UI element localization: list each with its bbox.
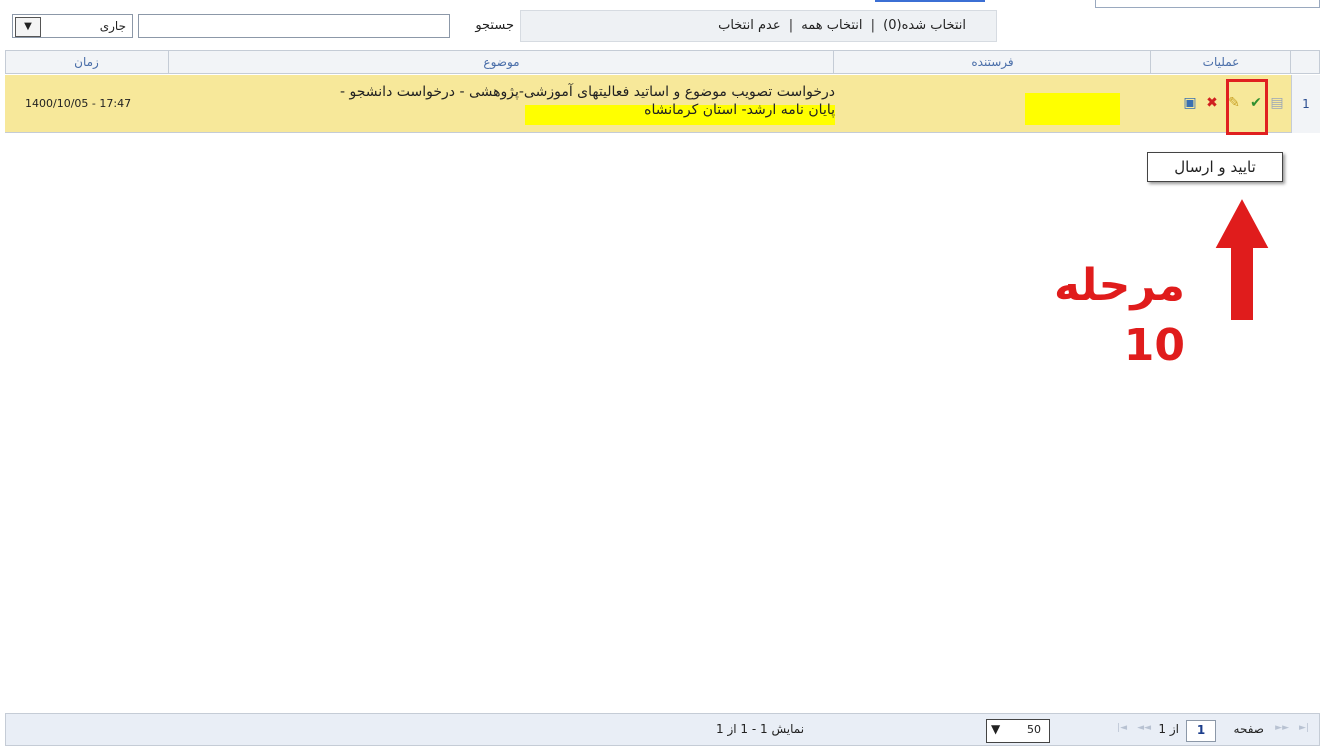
subject-line-2: پایان نامه ارشد- استان کرمانشاه xyxy=(644,102,835,118)
highlight-frame xyxy=(1226,79,1268,135)
time-cell: 1400/10/05 - 17:47 xyxy=(25,97,132,110)
delete-icon[interactable]: ✖ xyxy=(1204,95,1220,111)
search-label: جستجو xyxy=(475,18,514,33)
showing-count: نمایش 1 - 1 از 1 xyxy=(716,722,805,736)
row-index: 1 xyxy=(1291,75,1320,133)
page-number-input[interactable]: 1 xyxy=(1186,720,1216,742)
search-input[interactable] xyxy=(138,14,450,38)
tooltip-approve-send: تایید و ارسال xyxy=(1147,152,1283,182)
page-size-value: 50 xyxy=(1027,723,1041,736)
page-label: صفحه xyxy=(1233,722,1264,736)
subject-cell: درخواست تصویب موضوع و اساتید فعالیتهای آ… xyxy=(340,83,835,119)
chevron-down-icon[interactable]: ▼ xyxy=(991,722,1000,736)
deselect-link[interactable]: عدم انتخاب xyxy=(718,18,781,33)
chevron-down-icon[interactable]: ▼ xyxy=(15,17,41,37)
arrow-up-icon xyxy=(1212,197,1272,322)
separator: | xyxy=(870,18,876,33)
page-size-select[interactable]: 50 ▼ xyxy=(986,719,1050,743)
previous-page-icon[interactable]: ◄◄ xyxy=(1137,723,1151,733)
selection-toolbar: انتخاب شده(0) | انتخاب همه | عدم انتخاب xyxy=(520,10,997,42)
top-link-underline xyxy=(875,0,985,2)
page-of-label: از 1 xyxy=(1158,722,1179,736)
step-label: مرحله 10 xyxy=(1054,260,1185,371)
view-icon[interactable]: ▣ xyxy=(1182,95,1198,111)
status-select[interactable]: جاری ▼ xyxy=(12,14,133,38)
sender-redacted xyxy=(1025,93,1120,125)
subject-line-1: درخواست تصویب موضوع و اساتید فعالیتهای آ… xyxy=(340,84,835,100)
header-time[interactable]: زمان xyxy=(4,51,169,73)
top-right-input-edge xyxy=(1095,0,1320,8)
document-icon[interactable]: ▤ xyxy=(1269,95,1285,111)
select-all-link[interactable]: انتخاب همه xyxy=(801,18,862,33)
grid-header: عملیات فرستنده موضوع زمان xyxy=(5,50,1320,74)
first-page-icon[interactable]: |◄ xyxy=(1117,723,1127,733)
selected-count-label: انتخاب شده(0) xyxy=(883,18,966,33)
header-subject[interactable]: موضوع xyxy=(168,51,834,73)
header-sender[interactable]: فرستنده xyxy=(833,51,1151,73)
status-select-value: جاری xyxy=(99,19,126,33)
header-index xyxy=(1290,51,1319,73)
header-operations[interactable]: عملیات xyxy=(1150,51,1291,73)
next-page-icon[interactable]: ►► xyxy=(1275,723,1289,733)
table-row[interactable]: 1 ▤ ✔ ✎ ✖ ▣ درخواست تصویب موضوع و اساتید… xyxy=(5,75,1320,135)
last-page-icon[interactable]: ►| xyxy=(1299,723,1309,733)
separator: | xyxy=(788,18,794,33)
pager-bar: ►| ►► صفحه 1 از 1 ◄◄ |◄ 50 ▼ نمایش 1 - 1… xyxy=(5,713,1320,746)
